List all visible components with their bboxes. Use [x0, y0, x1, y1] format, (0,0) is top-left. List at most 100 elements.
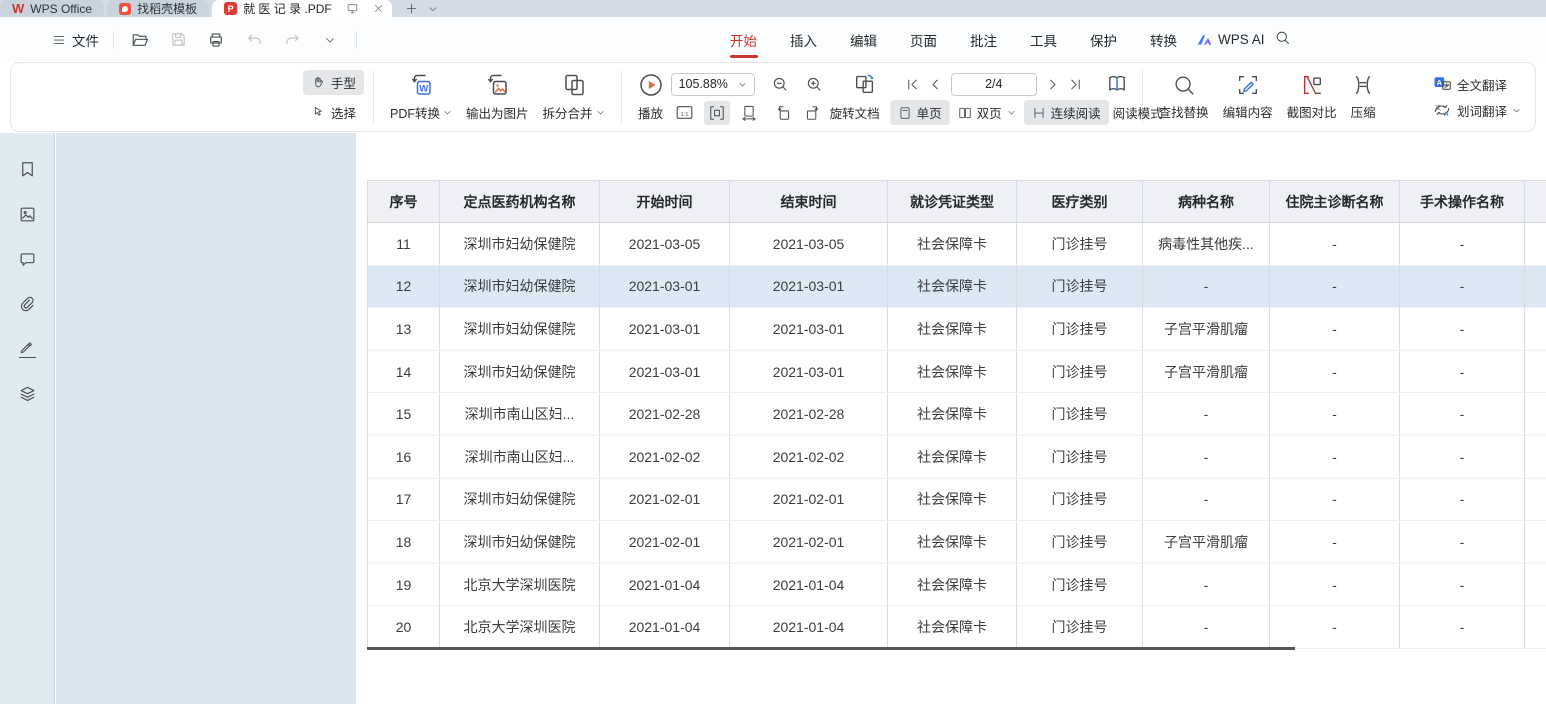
prev-page-button[interactable]	[924, 74, 947, 95]
wps-ai-button[interactable]: WPS AI	[1196, 32, 1265, 47]
layers-icon	[18, 385, 37, 404]
print-button[interactable]	[204, 28, 228, 52]
screenshot-compare-button[interactable]: 截图对比	[1280, 73, 1344, 121]
table-cell: 社会保障卡	[888, 308, 1017, 350]
fit-page-button[interactable]	[736, 101, 762, 125]
menu-tab[interactable]: 编辑	[848, 18, 879, 62]
menu-tab[interactable]: 插入	[788, 18, 819, 62]
continuous-read-button[interactable]: 连续阅读	[1024, 100, 1109, 125]
fit-width-button[interactable]	[704, 101, 730, 125]
table-cell	[1525, 479, 1546, 521]
tab-document-pdf[interactable]: P 就 医 记 录 .PDF	[212, 0, 392, 17]
bookmarks-panel-button[interactable]	[15, 157, 39, 181]
menu-tab[interactable]: 保护	[1088, 18, 1119, 62]
rotate-left-button[interactable]	[770, 101, 796, 125]
table-cell: -	[1270, 479, 1400, 521]
detach-window-icon[interactable]	[346, 2, 359, 15]
redo-button[interactable]	[280, 28, 304, 52]
undo-button[interactable]	[242, 28, 266, 52]
thumbnails-panel-button[interactable]	[15, 202, 39, 226]
table-cell: 深圳市妇幼保健院	[440, 266, 600, 308]
read-mode-label[interactable]: 阅读模式	[1109, 100, 1167, 125]
attachment-icon	[18, 295, 37, 314]
table-row: 19北京大学深圳医院2021-01-042021-01-04社会保障卡门诊挂号-…	[367, 564, 1546, 607]
tab-wps-office[interactable]: W WPS Office	[0, 0, 104, 17]
next-page-button[interactable]	[1041, 74, 1064, 95]
comments-panel-button[interactable]	[15, 247, 39, 271]
rotate-pages-button[interactable]	[849, 69, 881, 99]
table-cell: 门诊挂号	[1017, 308, 1143, 350]
table-cell: 2021-03-01	[730, 266, 888, 308]
table-cell: -	[1143, 479, 1270, 521]
table-cell: 15	[367, 393, 440, 435]
table-header-cell: 开始时间	[600, 181, 730, 222]
table-cell	[1525, 308, 1546, 350]
table-cell: 2021-03-05	[600, 223, 730, 265]
export-image-button[interactable]: 输出为图片	[459, 72, 536, 122]
quick-access-dropdown[interactable]	[318, 28, 342, 52]
table-cell: 门诊挂号	[1017, 223, 1143, 265]
page-indicator: 2/4	[985, 77, 1002, 91]
table-cell	[1525, 266, 1546, 308]
chevron-down-icon	[738, 80, 747, 89]
table-cell: 2021-03-01	[600, 308, 730, 350]
edit-content-button[interactable]: 编辑内容	[1216, 73, 1280, 121]
layers-panel-button[interactable]	[15, 382, 39, 406]
table-cell: -	[1400, 436, 1525, 478]
table-cell: 社会保障卡	[888, 393, 1017, 435]
tab-docer-templates[interactable]: 找稻壳模板	[107, 0, 209, 17]
table-cell: -	[1270, 393, 1400, 435]
play-button[interactable]: 播放	[631, 72, 671, 122]
menu-tab[interactable]: 页面	[908, 18, 939, 62]
page-number-input[interactable]: 2/4	[951, 73, 1037, 96]
double-page-button[interactable]: 双页	[950, 100, 1024, 125]
word-translate-button[interactable]: 文 A 划词翻译	[1432, 101, 1521, 120]
rotate-right-button[interactable]	[800, 101, 826, 125]
rotate-right-icon	[804, 104, 822, 122]
compress-button[interactable]: 压缩	[1344, 73, 1383, 121]
pdf-convert-button[interactable]: W PDF转换	[383, 72, 459, 122]
single-page-button[interactable]: 单页	[890, 100, 950, 125]
left-icon-strip	[0, 133, 55, 704]
cursor-select-icon	[311, 105, 326, 120]
first-page-button[interactable]	[901, 74, 924, 95]
save-button[interactable]	[166, 28, 190, 52]
new-tab-plus-icon[interactable]	[405, 2, 418, 15]
full-translate-button[interactable]: A 全文翻译	[1432, 75, 1521, 94]
tab-list-chevron-icon[interactable]	[428, 4, 438, 14]
zoom-out-button[interactable]	[767, 72, 793, 96]
signature-panel-button[interactable]	[15, 337, 39, 361]
table-cell: 13	[367, 308, 440, 350]
split-merge-button[interactable]: 拆分合并	[536, 72, 612, 122]
split-merge-icon	[561, 72, 587, 98]
edit-content-label: 编辑内容	[1223, 102, 1273, 121]
rotate-doc-icon	[853, 72, 877, 96]
table-cell: 2021-02-01	[600, 479, 730, 521]
select-tool-button[interactable]: 选择	[303, 100, 364, 125]
double-page-label: 双页	[977, 103, 1002, 122]
menu-tab[interactable]: 开始	[728, 18, 759, 62]
hand-tool-label: 手型	[331, 73, 356, 92]
last-page-button[interactable]	[1064, 74, 1087, 95]
rotate-doc-label[interactable]: 旋转文档	[826, 100, 884, 125]
attachments-panel-button[interactable]	[15, 292, 39, 316]
table-cell: 门诊挂号	[1017, 606, 1143, 648]
play-icon	[638, 72, 664, 98]
hand-tool-button[interactable]: 手型	[303, 70, 364, 95]
zoom-in-button[interactable]	[801, 72, 827, 96]
divider	[373, 70, 374, 124]
menu-search-button[interactable]	[1274, 29, 1291, 46]
menu-tab[interactable]: 批注	[968, 18, 999, 62]
actual-size-button[interactable]: 1:1	[671, 100, 698, 125]
open-file-button[interactable]	[128, 28, 152, 52]
menu-tab[interactable]: 转换	[1148, 18, 1179, 62]
table-row: 20北京大学深圳医院2021-01-042021-01-04社会保障卡门诊挂号-…	[367, 606, 1546, 649]
file-menu-button[interactable]: 文件	[52, 30, 99, 50]
main-area: 序号定点医药机构名称开始时间结束时间就诊凭证类型医疗类别病种名称住院主诊断名称手…	[0, 133, 1546, 704]
menu-tab[interactable]: 工具	[1028, 18, 1059, 62]
table-cell: 社会保障卡	[888, 351, 1017, 393]
close-icon[interactable]	[373, 3, 384, 14]
table-cell: 2021-03-01	[600, 351, 730, 393]
book-icon	[1105, 72, 1129, 96]
zoom-level-dropdown[interactable]: 105.88%	[671, 73, 755, 96]
